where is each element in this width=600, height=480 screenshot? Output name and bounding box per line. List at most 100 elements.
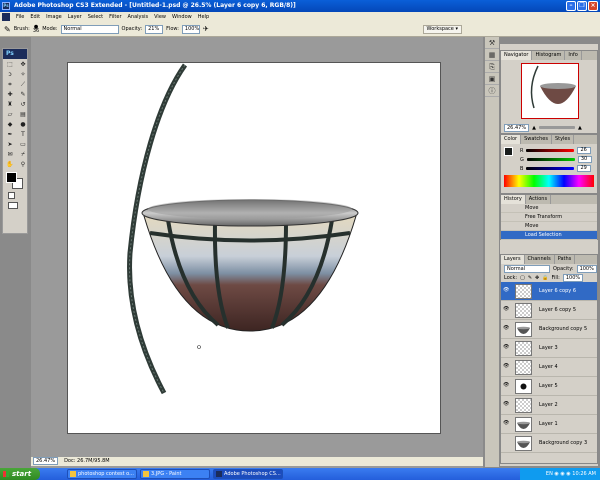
taskbar-item[interactable]: 3.JPG - Paint bbox=[140, 469, 210, 479]
brush-tool-icon[interactable]: ✎ bbox=[4, 25, 11, 34]
marquee-tool-icon[interactable]: ⬚ bbox=[4, 60, 16, 69]
taskbar-item-active[interactable]: Adobe Photoshop CS... bbox=[213, 469, 283, 479]
blur-tool-icon[interactable]: ◆ bbox=[4, 120, 16, 129]
history-item[interactable]: Free Transform bbox=[501, 213, 597, 222]
dock-tools-icon[interactable]: ⚒ bbox=[485, 37, 499, 49]
menu-file[interactable]: File bbox=[13, 14, 27, 20]
lasso-tool-icon[interactable]: ↄ bbox=[4, 70, 16, 79]
pen-tool-icon[interactable]: ✒ bbox=[4, 130, 16, 139]
menu-edit[interactable]: Edit bbox=[27, 14, 43, 20]
visibility-eye-icon[interactable]: 👁 bbox=[503, 326, 509, 331]
zoom-in-icon[interactable]: ▲ bbox=[578, 125, 582, 131]
restore-button[interactable]: ❐ bbox=[577, 1, 587, 11]
canvas[interactable] bbox=[67, 62, 441, 434]
visibility-eye-icon[interactable]: 👁 bbox=[503, 383, 509, 388]
type-tool-icon[interactable]: T bbox=[17, 130, 29, 139]
tab-layers[interactable]: Layers bbox=[501, 255, 525, 264]
history-item[interactable]: Move bbox=[501, 204, 597, 213]
visibility-eye-icon[interactable] bbox=[503, 440, 509, 445]
document-icon[interactable] bbox=[2, 13, 10, 21]
brush-tool-icon[interactable]: ✎ bbox=[17, 90, 29, 99]
history-item-selected[interactable]: Load Selection bbox=[501, 231, 597, 240]
opacity-field[interactable]: 21% bbox=[145, 24, 164, 34]
start-button[interactable]: start bbox=[0, 468, 40, 480]
notes-tool-icon[interactable]: ✉ bbox=[4, 150, 16, 159]
workspace-button[interactable]: Workspace ▾ bbox=[422, 25, 462, 34]
layer-row[interactable]: 👁 Layer 4 bbox=[501, 358, 597, 377]
visibility-eye-icon[interactable]: 👁 bbox=[503, 345, 509, 350]
layer-row[interactable]: Background copy 3 bbox=[501, 434, 597, 453]
color-fg-swatch[interactable] bbox=[504, 147, 513, 156]
magic-wand-tool-icon[interactable]: ✧ bbox=[17, 70, 29, 79]
mode-select[interactable]: Normal bbox=[60, 24, 119, 34]
language-indicator[interactable]: EN bbox=[546, 471, 553, 477]
channel-g-slider[interactable] bbox=[526, 158, 575, 161]
tab-info[interactable]: Info bbox=[565, 51, 582, 60]
foreground-color-swatch[interactable] bbox=[6, 172, 17, 183]
eyedropper-tool-icon[interactable]: ⌿ bbox=[17, 150, 29, 159]
tab-swatches[interactable]: Swatches bbox=[521, 135, 552, 144]
dock-layer-comps-icon[interactable]: ▣ bbox=[485, 73, 499, 85]
minimize-button[interactable]: – bbox=[566, 1, 576, 11]
tab-actions[interactable]: Actions bbox=[526, 195, 552, 204]
visibility-eye-icon[interactable]: 👁 bbox=[503, 288, 509, 293]
shape-tool-icon[interactable]: ▭ bbox=[17, 140, 29, 149]
tab-history[interactable]: History bbox=[501, 195, 526, 204]
visibility-eye-icon[interactable]: 👁 bbox=[503, 307, 509, 312]
menu-view[interactable]: View bbox=[151, 14, 169, 20]
menu-image[interactable]: Image bbox=[43, 14, 65, 20]
standard-mode-icon[interactable] bbox=[8, 192, 15, 199]
visibility-eye-icon[interactable]: 👁 bbox=[503, 402, 509, 407]
channel-g-value[interactable]: 30 bbox=[577, 156, 592, 163]
dock-clone-icon[interactable]: ⎘ bbox=[485, 61, 499, 73]
layer-row[interactable]: 👁 Layer 1 bbox=[501, 415, 597, 434]
layer-row[interactable]: 👁 Layer 2 bbox=[501, 396, 597, 415]
dodge-tool-icon[interactable]: ● bbox=[17, 120, 29, 129]
dock-brushes-icon[interactable]: ▦ bbox=[485, 49, 499, 61]
layer-row[interactable]: 👁 Layer 3 bbox=[501, 339, 597, 358]
blend-mode-select[interactable]: Normal bbox=[504, 264, 550, 273]
history-brush-tool-icon[interactable]: ↺ bbox=[17, 100, 29, 109]
layers-opacity-field[interactable]: 100% bbox=[576, 264, 597, 273]
color-spectrum[interactable] bbox=[504, 175, 594, 187]
brush-preset-picker[interactable]: ● 36 bbox=[33, 25, 39, 34]
menu-window[interactable]: Window bbox=[169, 14, 195, 20]
tab-histogram[interactable]: Histogram bbox=[532, 51, 566, 60]
menu-help[interactable]: Help bbox=[195, 14, 212, 20]
visibility-eye-icon[interactable]: 👁 bbox=[503, 364, 509, 369]
navigator-thumbnail[interactable] bbox=[521, 63, 579, 119]
layer-row[interactable]: 👁 Layer 6 copy 6 bbox=[501, 282, 597, 301]
tab-styles[interactable]: Styles bbox=[552, 135, 575, 144]
menu-analysis[interactable]: Analysis bbox=[125, 14, 152, 20]
tray-network-icon[interactable]: ◉ ◉ ◉ bbox=[554, 471, 572, 477]
layer-row[interactable]: 👁 Background copy 5 bbox=[501, 320, 597, 339]
channel-b-value[interactable]: 29 bbox=[577, 165, 592, 172]
channel-r-value[interactable]: 26 bbox=[577, 147, 592, 154]
lock-transparent-icon[interactable]: ▢ bbox=[520, 275, 525, 281]
slice-tool-icon[interactable]: ⟋ bbox=[17, 80, 29, 89]
fill-field[interactable]: 100% bbox=[562, 273, 584, 282]
eraser-tool-icon[interactable]: ▱ bbox=[4, 110, 16, 119]
tab-channels[interactable]: Channels bbox=[525, 255, 555, 264]
lock-position-icon[interactable]: ✥ bbox=[535, 275, 539, 281]
close-button[interactable]: × bbox=[588, 1, 598, 11]
airbrush-icon[interactable]: ✈ bbox=[203, 25, 209, 33]
lock-image-icon[interactable]: ✎ bbox=[528, 275, 532, 281]
taskbar-item[interactable]: photoshop contest o... bbox=[67, 469, 137, 479]
history-item[interactable]: Move bbox=[501, 222, 597, 231]
channel-b-slider[interactable] bbox=[526, 167, 575, 170]
layer-row[interactable]: 👁 Layer 5 bbox=[501, 377, 597, 396]
tab-color[interactable]: Color bbox=[501, 135, 522, 144]
gradient-tool-icon[interactable]: ▤ bbox=[17, 110, 29, 119]
zoom-out-icon[interactable]: ▲ bbox=[532, 125, 536, 131]
healing-brush-tool-icon[interactable]: ✚ bbox=[4, 90, 16, 99]
menu-select[interactable]: Select bbox=[85, 14, 106, 20]
stamp-tool-icon[interactable]: ♜ bbox=[4, 100, 16, 109]
tab-navigator[interactable]: Navigator bbox=[501, 51, 533, 60]
navigator-zoom[interactable]: 26.47% bbox=[504, 123, 530, 132]
visibility-eye-icon[interactable]: 👁 bbox=[503, 421, 509, 426]
channel-r-slider[interactable] bbox=[526, 149, 575, 152]
layer-row[interactable]: 👁 Layer 6 copy 5 bbox=[501, 301, 597, 320]
tab-paths[interactable]: Paths bbox=[555, 255, 576, 264]
screen-mode-icon[interactable] bbox=[8, 202, 18, 209]
